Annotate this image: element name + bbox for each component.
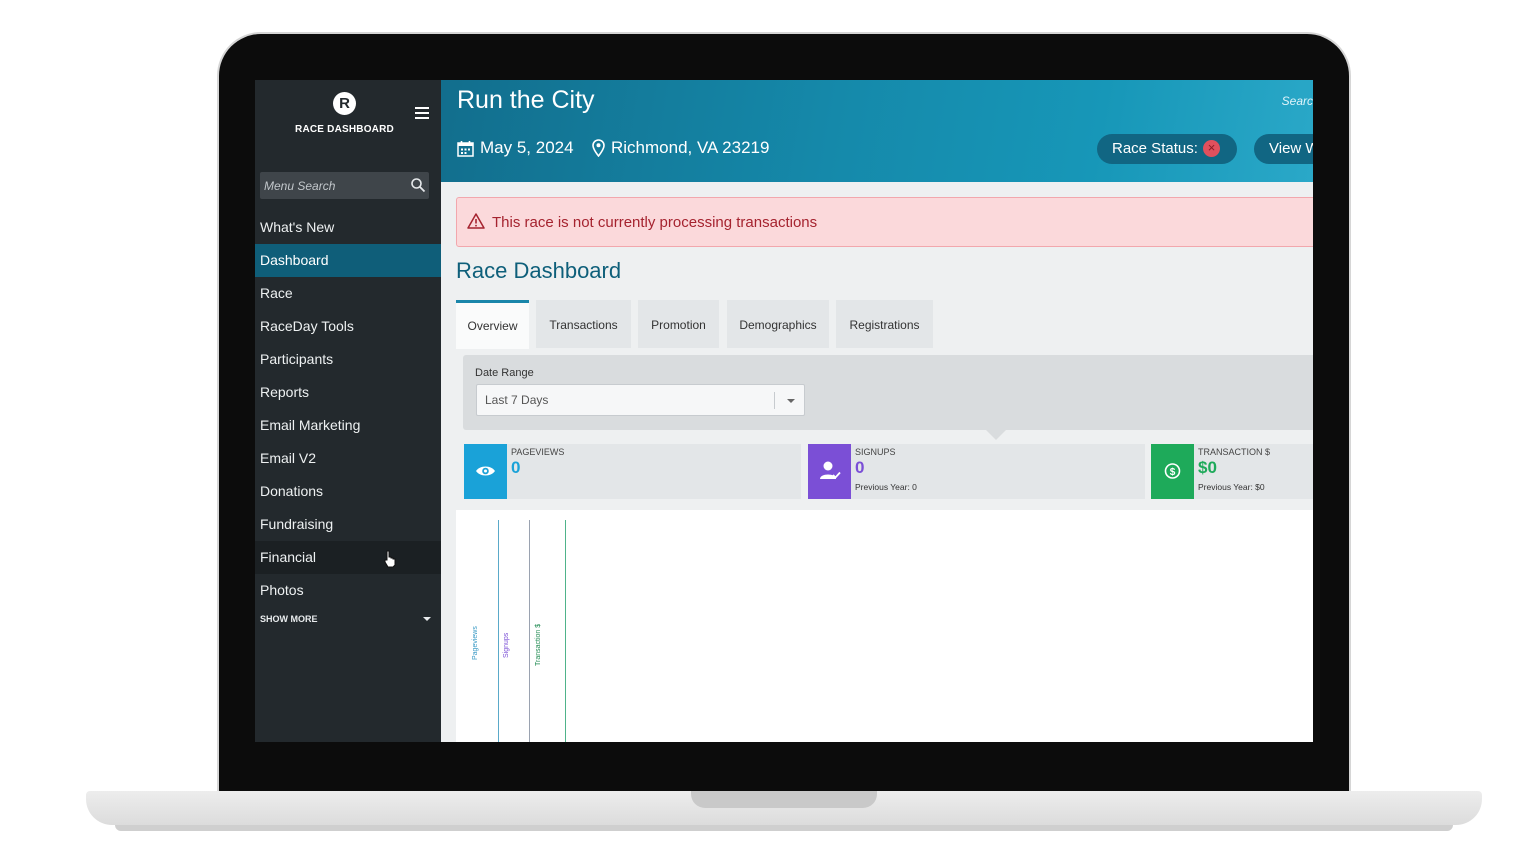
sidebar-item-financial[interactable]: Financial (255, 541, 441, 574)
axis-label-signups: Signups (503, 632, 510, 658)
sidebar-item-reports[interactable]: Reports (255, 376, 441, 409)
race-status-button[interactable]: Race Status: (1097, 133, 1237, 164)
calendar-icon (457, 140, 474, 157)
select-divider (774, 392, 775, 409)
brand-name: RACE DASHBOARD (295, 124, 394, 135)
tab-registrations[interactable]: Registrations (836, 300, 933, 348)
stat-label: SIGNUPS (855, 447, 896, 457)
stat-previous-year: Previous Year: $0 (1198, 482, 1265, 492)
stat-value: 0 (511, 458, 521, 477)
pageviews-axis (498, 520, 499, 742)
transactions-axis (565, 520, 566, 742)
race-date: May 5, 2024 (457, 138, 574, 158)
tab-overview[interactable]: Overview (456, 300, 529, 349)
laptop-notch (691, 791, 877, 808)
sidebar-item-label: Financial (260, 549, 317, 565)
sidebar-item-donations[interactable]: Donations (255, 475, 441, 508)
stat-value: $0 (1198, 458, 1217, 477)
sidebar-item-participants[interactable]: Participants (255, 343, 441, 376)
svg-text:$: $ (1170, 467, 1176, 478)
header-search[interactable]: Searc (1282, 94, 1313, 108)
panel-pointer (986, 430, 1006, 440)
screen: R RACE DASHBOARD What's New Dashboard Ra… (255, 80, 1313, 742)
stat-label: TRANSACTION $ (1198, 447, 1271, 457)
sidebar-item-fundraising[interactable]: Fundraising (255, 508, 441, 541)
laptop-base-shadow (115, 825, 1453, 831)
dollar-icon: $ (1151, 444, 1194, 499)
date-range-value: Last 7 Days (485, 393, 549, 407)
race-location: Richmond, VA 23219 (592, 138, 769, 158)
sidebar-item-race[interactable]: Race (255, 277, 441, 310)
chevron-down-icon (787, 399, 795, 403)
sidebar-item-raceday-tools[interactable]: RaceDay Tools (255, 310, 441, 343)
filter-panel: Date Range Last 7 Days (463, 355, 1313, 430)
tab-demographics[interactable]: Demographics (727, 300, 829, 348)
axis-label-pageviews: Pageviews (472, 626, 479, 660)
race-status-label: Race Status: (1112, 140, 1198, 157)
chevron-down-icon (423, 617, 431, 621)
sidebar-item-whats-new[interactable]: What's New (255, 211, 441, 244)
eye-icon (464, 444, 507, 499)
pointer-cursor-icon (384, 550, 396, 568)
user-add-icon (808, 444, 851, 499)
location-pin-icon (592, 139, 605, 157)
hamburger-menu-icon[interactable] (415, 107, 429, 119)
signups-axis (529, 520, 530, 742)
header: Run the City Searc May 5, 2024 Richmond,… (441, 80, 1313, 182)
status-closed-icon (1203, 133, 1220, 163)
sidebar: R RACE DASHBOARD What's New Dashboard Ra… (255, 80, 441, 742)
search-icon[interactable] (410, 177, 426, 193)
stat-card-signups: SIGNUPS 0 Previous Year: 0 (808, 444, 1145, 499)
stat-value: 0 (855, 458, 865, 477)
menu-search-input[interactable] (260, 172, 404, 199)
stat-previous-year: Previous Year: 0 (855, 482, 917, 492)
page-title: Race Dashboard (456, 258, 622, 283)
warning-icon (467, 213, 485, 229)
date-range-label: Date Range (475, 367, 534, 379)
tab-promotion[interactable]: Promotion (638, 300, 719, 348)
axis-label-transactions: Transaction $ (535, 623, 542, 666)
date-range-select[interactable]: Last 7 Days (476, 384, 805, 416)
alert-text: This race is not currently processing tr… (492, 214, 818, 231)
view-website-button[interactable]: View W (1254, 134, 1313, 164)
page-header-title: Run the City (457, 86, 595, 114)
show-more-label: SHOW MORE (260, 614, 318, 624)
menu-search (260, 172, 429, 199)
show-more-toggle[interactable]: SHOW MORE (260, 614, 431, 624)
sidebar-item-email-marketing[interactable]: Email Marketing (255, 409, 441, 442)
logo-icon: R (333, 92, 356, 115)
tab-transactions[interactable]: Transactions (536, 300, 631, 348)
race-date-text: May 5, 2024 (480, 138, 574, 157)
chart-area: Pageviews Signups Transaction $ (456, 510, 1313, 742)
stat-card-pageviews: PAGEVIEWS 0 (464, 444, 801, 499)
stat-card-transactions: $ TRANSACTION $ $0 Previous Year: $0 (1151, 444, 1313, 499)
sidebar-item-dashboard[interactable]: Dashboard (255, 244, 441, 277)
alert-banner: This race is not currently processing tr… (456, 197, 1313, 247)
sidebar-item-email-v2[interactable]: Email V2 (255, 442, 441, 475)
stat-label: PAGEVIEWS (511, 447, 565, 457)
sidebar-item-photos[interactable]: Photos (255, 574, 441, 607)
race-location-text: Richmond, VA 23219 (611, 138, 770, 157)
